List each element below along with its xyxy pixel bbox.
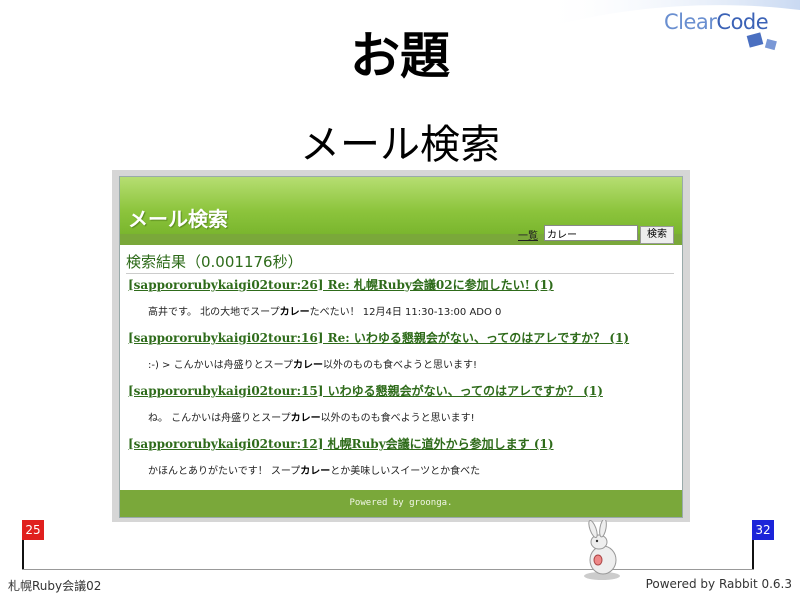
app-screenshot: メール検索 一覧 検索 検索結果（0.001176秒） [sappororuby… (112, 170, 690, 522)
results-heading: 検索結果（0.001176秒） (126, 251, 674, 274)
footer-event-name: 札幌Ruby会議02 (8, 579, 102, 593)
result-title-link[interactable]: [sappororubykaigi02tour:12] 札幌Ruby会議に道外か… (128, 435, 554, 452)
rabbit-icon (583, 520, 620, 580)
app-footer: Powered by groonga. (120, 490, 682, 517)
result-snippet: かほんとありがたいです！ スープカレーとか美味しいスイーツとか食べた (148, 466, 481, 477)
progress-track (22, 569, 754, 570)
search-button[interactable]: 検索 (640, 226, 674, 244)
result-title-link[interactable]: [sappororubykaigi02tour:16] Re: いわゆる懇親会が… (128, 329, 629, 346)
flag-pole (752, 540, 754, 570)
end-flag: 32 (752, 520, 774, 570)
footer-powered-by: Powered by Rabbit 0.6.3 (645, 577, 792, 591)
search-input[interactable] (544, 225, 638, 241)
slide-subtitle: メール検索 (300, 122, 500, 168)
result-snippet: ね。 こんかいは舟盛りとスープカレー以外のものも食べようと思います! (148, 413, 475, 424)
flag-pole (22, 540, 24, 570)
result-snippet: :-) > こんかいは舟盛りとスープカレー以外のものも食べようと思います! (148, 360, 478, 371)
result-title-link[interactable]: [sappororubykaigi02tour:15] いわゆる懇親会がない、っ… (128, 382, 603, 399)
list-link[interactable]: 一覧 (518, 227, 538, 242)
app-title: メール検索 (128, 207, 228, 231)
result-snippet: 高井です。 北の大地でスープカレーたべたい！ 12月4日 11:30-13:00… (148, 307, 502, 318)
total-pages-number: 32 (752, 520, 774, 540)
slide-title: お題 (350, 27, 450, 85)
start-flag: 25 (22, 520, 44, 570)
current-page-number: 25 (22, 520, 44, 540)
app-window: メール検索 一覧 検索 検索結果（0.001176秒） [sappororuby… (119, 176, 683, 518)
result-title-link[interactable]: [sappororubykaigi02tour:26] Re: 札幌Ruby会議… (128, 276, 554, 293)
